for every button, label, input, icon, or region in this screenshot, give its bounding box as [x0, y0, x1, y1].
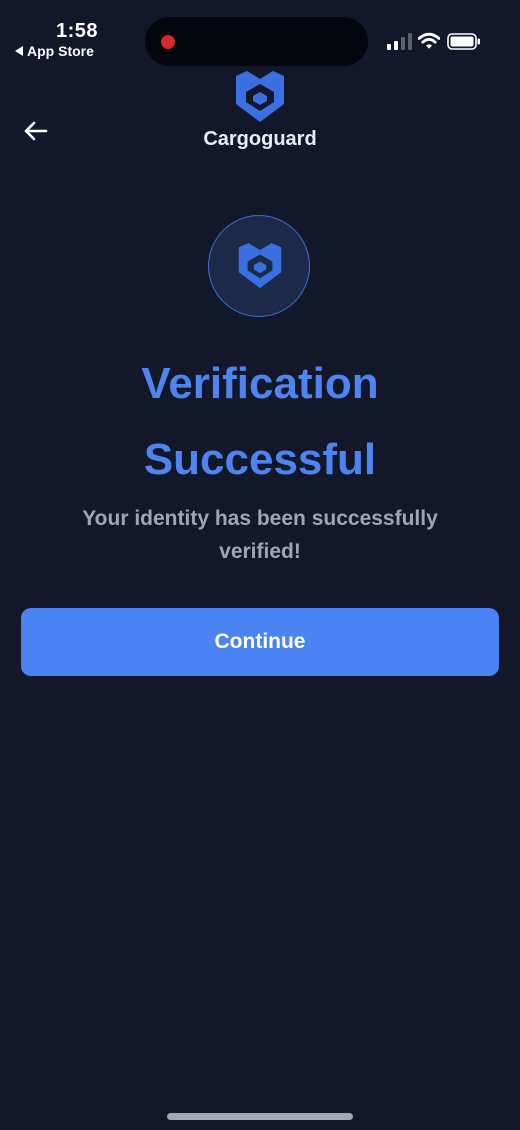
status-bar: 1:58 App Store [0, 0, 520, 70]
continue-button[interactable]: Continue [21, 608, 499, 676]
status-time: 1:58 [56, 20, 99, 42]
app-header: Cargoguard [0, 70, 520, 160]
battery-icon [447, 33, 480, 50]
page-title: Verification Successful [141, 359, 379, 484]
back-to-app-link[interactable]: App Store [15, 43, 94, 59]
back-triangle-icon [15, 46, 23, 56]
back-app-label: App Store [27, 43, 94, 59]
verification-badge [208, 215, 310, 317]
recording-indicator-icon [161, 35, 175, 49]
shield-logo-icon [238, 243, 282, 289]
dynamic-island [145, 17, 368, 66]
shield-logo-icon [236, 71, 284, 122]
cellular-signal-icon [387, 33, 412, 50]
success-message: Your identity has been successfully veri… [82, 507, 438, 563]
home-indicator[interactable] [167, 1113, 353, 1120]
brand-name: Cargoguard [203, 128, 317, 150]
wifi-icon [418, 32, 440, 49]
